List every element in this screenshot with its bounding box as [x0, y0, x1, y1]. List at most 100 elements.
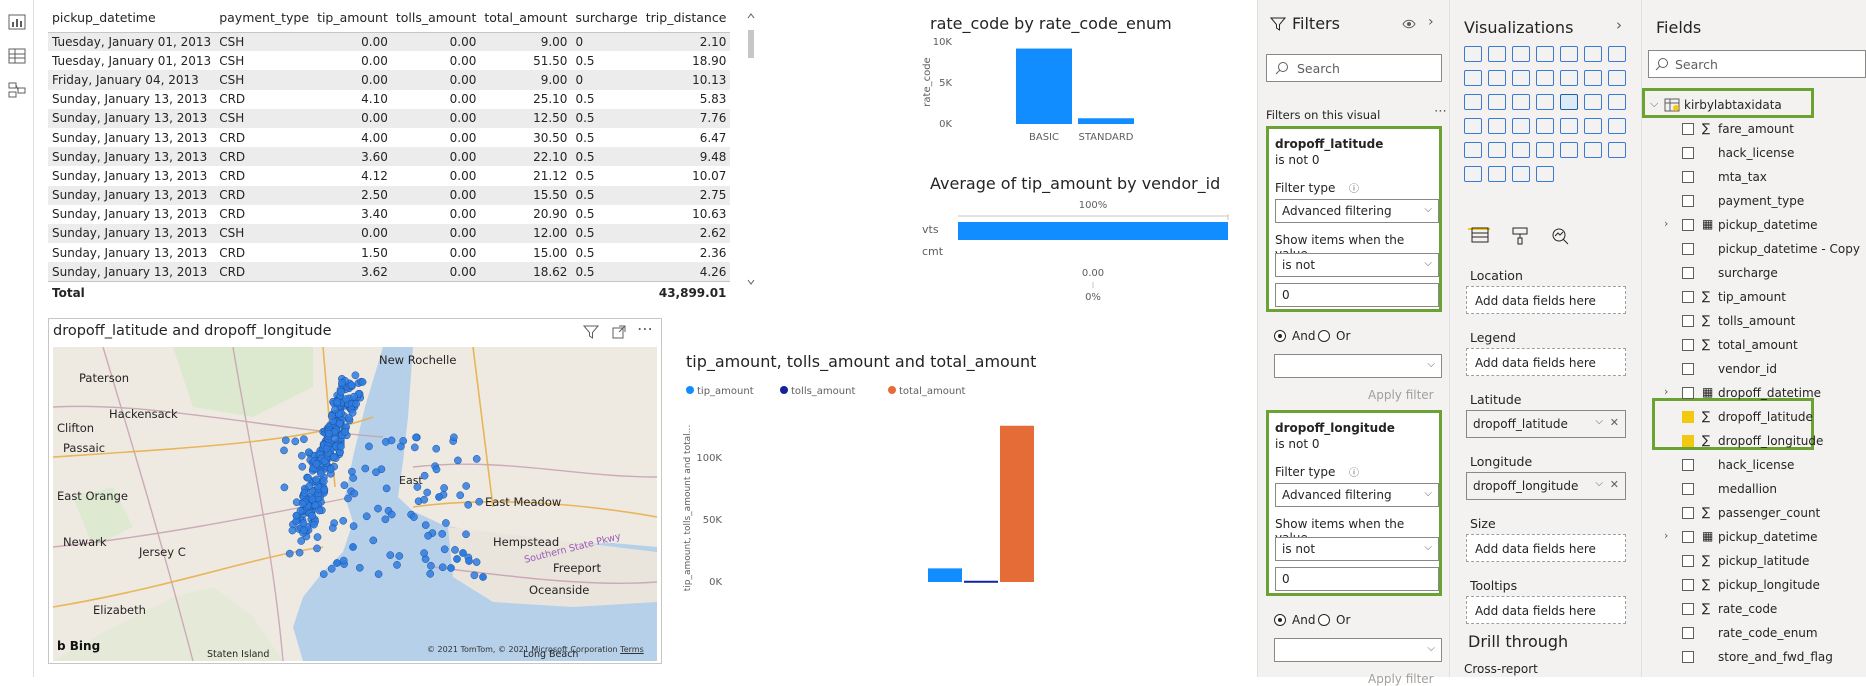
map-icon[interactable]: [1560, 94, 1578, 110]
table-row[interactable]: Sunday, January 13, 2013 CRD 2.50 0.00 15.50…: [48, 185, 731, 205]
shape-map-icon[interactable]: [1608, 94, 1626, 110]
field-row[interactable]: pickup_datetime - Copy: [1642, 240, 1866, 260]
field-checkbox[interactable]: [1682, 483, 1694, 495]
field-row[interactable]: ∑ fare_amount: [1642, 120, 1866, 140]
decomp-tree-icon[interactable]: [1536, 142, 1554, 158]
waterfall-icon[interactable]: [1584, 70, 1602, 86]
bar-standard[interactable]: [1078, 118, 1134, 124]
donut-icon[interactable]: [1512, 94, 1530, 110]
section-more-icon[interactable]: ⋯: [1434, 104, 1447, 119]
field-checkbox[interactable]: [1682, 267, 1694, 279]
clustered-bar-icon[interactable]: [1512, 46, 1530, 62]
field-row[interactable]: ∑ passenger_count: [1642, 504, 1866, 524]
stacked-bar-icon[interactable]: [1464, 46, 1482, 62]
table-row[interactable]: Sunday, January 13, 2013 CRD 3.62 0.00 18.62…: [48, 262, 731, 282]
apply-filter-button[interactable]: Apply filter: [1368, 672, 1434, 686]
filter-card-dropoff-longitude[interactable]: dropoff_longitude is not 0 Filter type ⓘ Adv…: [1266, 410, 1442, 596]
well-drop-size[interactable]: Add data fields here: [1466, 534, 1626, 562]
filled-map-icon[interactable]: [1584, 94, 1602, 110]
stacked-area-icon[interactable]: [1488, 70, 1506, 86]
and-radio[interactable]: [1274, 330, 1286, 342]
bar-vts[interactable]: [958, 222, 1228, 240]
column-header-tolls-amount[interactable]: tolls_amount: [391, 4, 481, 33]
column-header-pickup-datetime[interactable]: pickup_datetime: [48, 4, 216, 33]
table-row[interactable]: Friday, January 04, 2013 CSH 0.00 0.00 9.00 0…: [48, 70, 731, 90]
field-row[interactable]: store_and_fwd_flag: [1642, 648, 1866, 668]
table-icon[interactable]: [1584, 118, 1602, 134]
table-row[interactable]: Tuesday, January 01, 2013 CSH 0.00 0.00 9.00…: [48, 32, 731, 52]
line-stacked-icon[interactable]: [1536, 70, 1554, 86]
field-row[interactable]: mta_tax: [1642, 168, 1866, 188]
ribbon-icon[interactable]: [1560, 70, 1578, 86]
field-row[interactable]: vendor_id: [1642, 360, 1866, 380]
report-view-icon[interactable]: [7, 12, 27, 32]
table-row[interactable]: Sunday, January 13, 2013 CRD 4.10 0.00 25.10…: [48, 90, 730, 109]
chevron-right-icon[interactable]: ›: [1664, 385, 1668, 398]
chevron-down-icon[interactable]: ⌵: [1650, 97, 1658, 111]
card-icon[interactable]: [1488, 118, 1506, 134]
collapse-filters-icon[interactable]: ›: [1428, 14, 1434, 30]
table-row[interactable]: Sunday, January 13, 2013 CRD 3.40 0.00 20.90…: [48, 205, 730, 224]
field-checkbox[interactable]: [1682, 339, 1694, 351]
table-row[interactable]: Sunday, January 13, 2013 CRD 4.12 0.00 21.12…: [48, 166, 730, 185]
clustered-column-icon[interactable]: [1536, 46, 1554, 62]
field-row[interactable]: ∑ tolls_amount: [1642, 312, 1866, 332]
table-row[interactable]: Sunday, January 13, 2013 CRD 1.50 0.00 15.00…: [48, 243, 730, 262]
well-drop-location[interactable]: Add data fields here: [1466, 286, 1626, 314]
field-row[interactable]: › ▦ pickup_datetime: [1642, 216, 1866, 236]
funnel-icon[interactable]: [1608, 70, 1626, 86]
bar-total-amount[interactable]: [1000, 425, 1034, 582]
chevron-down-icon[interactable]: ⌵: [1595, 478, 1603, 489]
table-row[interactable]: Sunday, January 13, 2013 CSH 0.00 0.00 12.00…: [48, 223, 731, 244]
eye-icon[interactable]: [1402, 18, 1416, 30]
stacked-column-icon[interactable]: [1488, 46, 1506, 62]
focus-mode-icon[interactable]: [611, 324, 627, 340]
field-row[interactable]: › ▦ dropoff_datetime: [1642, 384, 1866, 404]
or-radio[interactable]: [1318, 614, 1330, 626]
field-row[interactable]: ∑ pickup_longitude: [1642, 576, 1866, 596]
remove-icon[interactable]: ✕: [1610, 416, 1619, 429]
python-visual-icon[interactable]: [1488, 142, 1506, 158]
fields-tab-icon[interactable]: [1470, 226, 1490, 244]
paginated-icon[interactable]: [1608, 142, 1626, 158]
area-icon[interactable]: [1464, 70, 1482, 86]
custom-icon[interactable]: [1512, 166, 1530, 182]
vendor-chart[interactable]: 100% vts cmt 0.00 0%: [920, 194, 1250, 306]
field-row[interactable]: surcharge: [1642, 264, 1866, 284]
bar-tolls-amount[interactable]: [964, 580, 998, 583]
map-terms-link[interactable]: Terms: [620, 645, 644, 654]
field-checkbox[interactable]: [1682, 411, 1694, 423]
field-checkbox[interactable]: [1682, 555, 1694, 567]
field-checkbox[interactable]: [1682, 219, 1694, 231]
field-checkbox[interactable]: [1682, 579, 1694, 591]
treemap-icon[interactable]: [1536, 94, 1554, 110]
table-visual[interactable]: pickup_datetime payment_type tip_amount tol…: [48, 4, 731, 304]
well-drop-legend[interactable]: Add data fields here: [1466, 348, 1626, 376]
field-checkbox[interactable]: [1682, 123, 1694, 135]
100-column-icon[interactable]: [1584, 46, 1602, 62]
bar-basic[interactable]: [1016, 48, 1072, 125]
field-checkbox[interactable]: [1682, 195, 1694, 207]
more-options-icon[interactable]: ⋯: [637, 319, 653, 338]
field-checkbox[interactable]: [1682, 363, 1694, 375]
amounts-chart[interactable]: tip_amount tolls_amount total_amount tip_am…: [682, 378, 1102, 598]
collapse-viz-icon[interactable]: ›: [1616, 16, 1622, 34]
field-row[interactable]: ∑ dropoff_longitude: [1642, 432, 1866, 452]
field-checkbox[interactable]: [1682, 435, 1694, 447]
qa-icon[interactable]: [1560, 142, 1578, 158]
field-checkbox[interactable]: [1682, 651, 1694, 663]
field-table-header[interactable]: ⌵ kirbylabtaxidata: [1642, 96, 1866, 116]
gauge-icon[interactable]: [1464, 118, 1482, 134]
column-header-total-amount[interactable]: total_amount: [480, 4, 572, 33]
field-row[interactable]: hack_license: [1642, 456, 1866, 476]
key-influencers-icon[interactable]: [1512, 142, 1530, 158]
field-checkbox[interactable]: [1682, 147, 1694, 159]
field-checkbox[interactable]: [1682, 387, 1694, 399]
chevron-right-icon[interactable]: ›: [1664, 529, 1668, 542]
field-checkbox[interactable]: [1682, 627, 1694, 639]
table-row[interactable]: Sunday, January 13, 2013 CSH 0.00 0.00 12.50…: [48, 108, 731, 128]
field-checkbox[interactable]: [1682, 531, 1694, 543]
filter-value-input[interactable]: 0: [1275, 567, 1439, 591]
field-row[interactable]: payment_type: [1642, 192, 1866, 212]
field-row[interactable]: rate_code_enum: [1642, 624, 1866, 644]
